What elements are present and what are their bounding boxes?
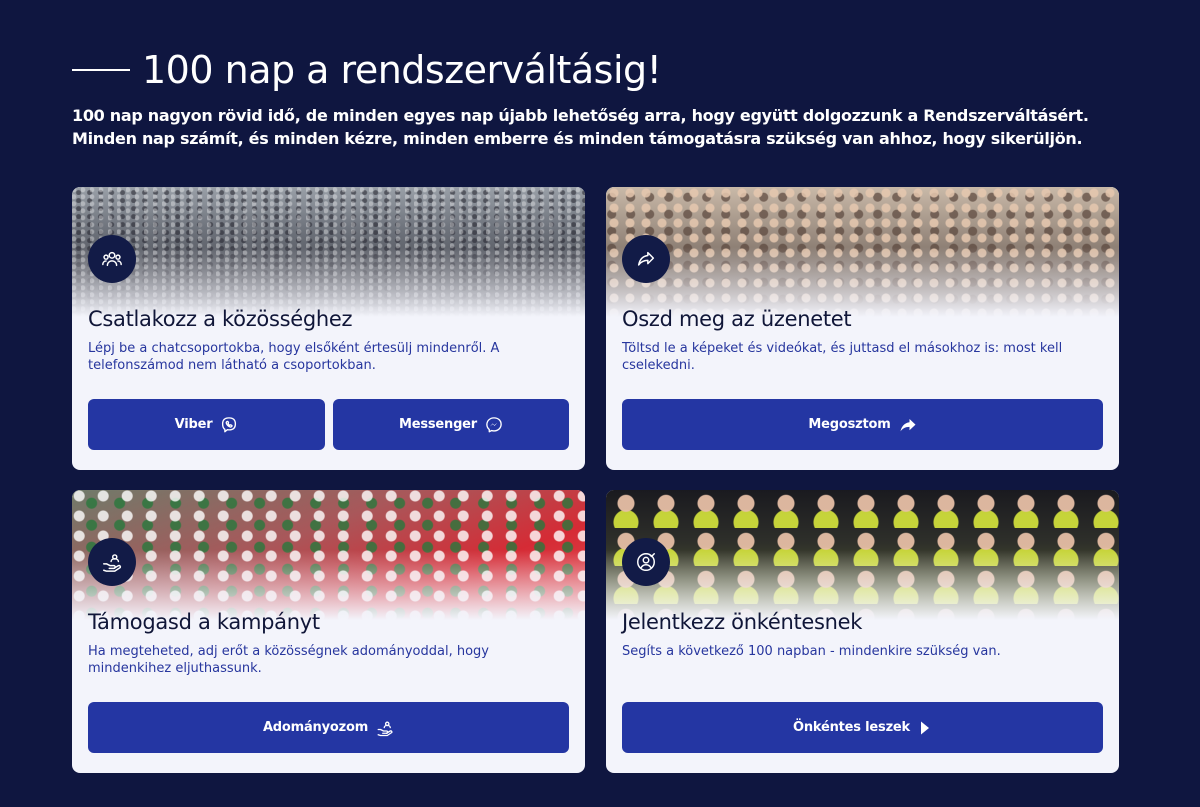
heading-decor-line xyxy=(72,69,130,71)
page-title: 100 nap a rendszerváltásig! xyxy=(142,48,662,92)
share-button[interactable]: Megosztom xyxy=(622,399,1103,450)
card-join-community: Csatlakozz a közösséghez Lépj be a chatc… xyxy=(72,187,585,470)
rally-crowd-photo xyxy=(72,187,585,317)
card-title: Támogasd a kampányt xyxy=(88,610,320,634)
donate-button[interactable]: Adományozom xyxy=(88,702,569,753)
donation-hand-icon xyxy=(88,538,136,586)
flags-photo xyxy=(72,490,585,620)
viber-icon xyxy=(220,416,238,434)
volunteer-button[interactable]: Önkéntes leszek xyxy=(622,702,1103,753)
button-label: Viber xyxy=(174,417,213,432)
card-share-message: Oszd meg az üzenetet Töltsd le a képeket… xyxy=(606,187,1119,470)
donation-hand-icon xyxy=(376,719,394,737)
button-label: Megosztom xyxy=(808,417,891,432)
volunteer-icon xyxy=(622,538,670,586)
volunteers-photo xyxy=(606,490,1119,620)
button-label: Adományozom xyxy=(262,720,369,735)
card-description: Töltsd le a képeket és videókat, és jutt… xyxy=(622,341,1063,373)
card-volunteer: Jelentkezz önkéntesnek Segíts a következ… xyxy=(606,490,1119,773)
section-header: 100 nap a rendszerváltásig! xyxy=(72,48,662,92)
share-icon xyxy=(622,235,670,283)
card-description: Lépj be a chatcsoportokba, hogy elsőként… xyxy=(88,341,500,373)
card-title: Oszd meg az üzenetet xyxy=(622,307,852,331)
button-label: Önkéntes leszek xyxy=(792,720,910,735)
card-description: Segíts a következő 100 napban - mindenki… xyxy=(622,644,1001,659)
card-title: Jelentkezz önkéntesnek xyxy=(622,610,863,634)
play-arrow-icon xyxy=(918,720,932,736)
button-label: Messenger xyxy=(398,417,478,432)
card-description: Ha megteheted, adj erőt a közösségnek ad… xyxy=(88,644,489,676)
community-icon xyxy=(88,235,136,283)
card-support-campaign: Támogasd a kampányt Ha megteheted, adj e… xyxy=(72,490,585,773)
viber-button[interactable]: Viber xyxy=(88,399,325,450)
crowd-photo xyxy=(606,187,1119,317)
card-title: Csatlakozz a közösséghez xyxy=(88,307,353,331)
share-arrow-icon xyxy=(899,416,917,434)
messenger-button[interactable]: Messenger xyxy=(333,399,569,450)
intro-text: 100 nap nagyon rövid idő, de minden egye… xyxy=(72,106,1089,148)
messenger-icon xyxy=(485,416,503,434)
